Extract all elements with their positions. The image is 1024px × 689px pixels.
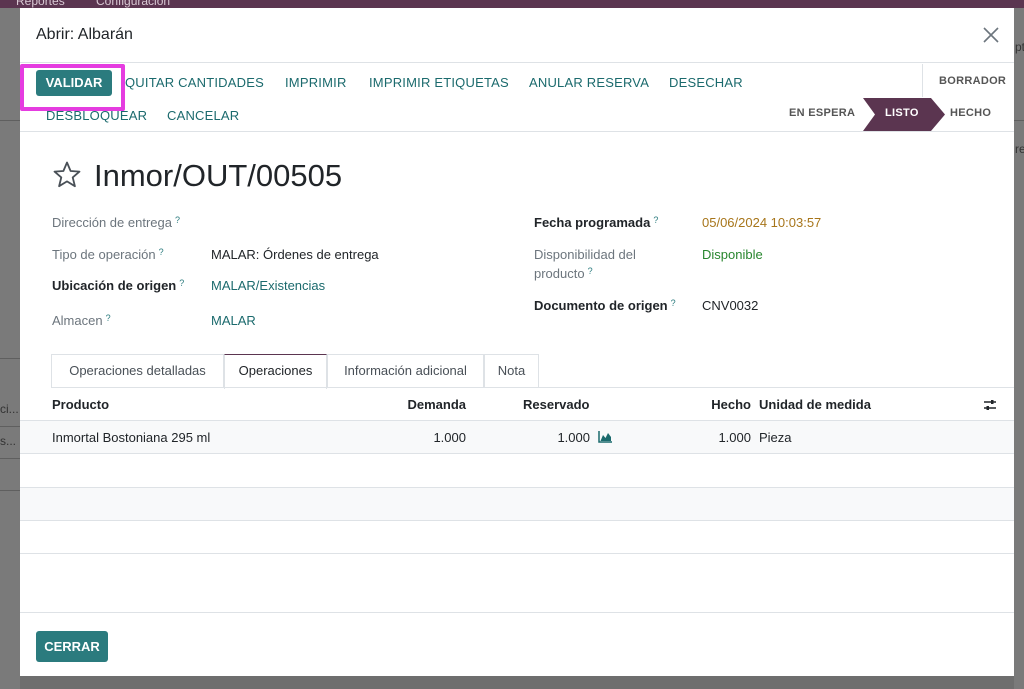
tab-nota[interactable]: Nota [484,354,539,388]
background-divider [0,358,20,359]
help-icon[interactable]: ? [159,247,164,257]
help-icon[interactable]: ? [106,313,111,323]
column-reservado[interactable]: Reservado [523,397,589,412]
background-right-panel: pt re [1014,8,1024,689]
direccion-entrega-label: Dirección de entrega? [52,215,180,230]
background-text-fragment: pt [1015,40,1024,54]
ubicacion-origen-label: Ubicación de origen? [52,278,184,293]
background-left-panel: ci... s... [0,8,20,689]
documento-origen-label: Documento de origen? [534,298,676,313]
column-settings-icon[interactable] [982,397,998,413]
forecast-chart-icon[interactable] [598,431,612,443]
almacen-label-text: Almacen [52,313,103,328]
stage-borrador[interactable]: BORRADOR [939,75,1006,87]
row-demanda: 1.000 [433,430,466,445]
tab-operaciones-detalladas[interactable]: Operaciones detalladas [51,354,224,388]
stage-en-espera[interactable]: EN ESPERA [789,107,855,119]
documento-origen-label-text: Documento de origen [534,298,668,313]
imprimir-etiquetas-button[interactable]: IMPRIMIR ETIQUETAS [369,75,509,90]
quitar-cantidades-button[interactable]: QUITAR CANTIDADES [125,75,264,90]
disponibilidad-label-2: producto? [534,266,593,281]
background-divider [0,490,20,491]
imprimir-button[interactable]: IMPRIMIR [285,75,347,90]
albaran-dialog: Abrir: Albarán VALIDAR QUITAR CANTIDADES… [20,8,1014,676]
almacen-label: Almacen? [52,313,111,328]
ubicacion-origen-label-text: Ubicación de origen [52,278,177,293]
documento-origen-value[interactable]: CNV0032 [702,298,758,313]
record-title: Inmor/OUT/00505 [94,158,343,193]
help-icon[interactable]: ? [175,215,180,225]
ubicacion-origen-link[interactable]: MALAR/Existencias [211,278,325,293]
background-divider [0,120,20,121]
column-hecho[interactable]: Hecho [650,397,751,412]
background-top-menu: Reportes Configuración [0,0,1024,8]
dialog-footer: CERRAR [20,612,1014,676]
stage-borrador-area: BORRADOR [922,64,1014,97]
background-divider [0,426,20,427]
background-menu-reportes: Reportes [16,0,65,8]
dialog-header: Abrir: Albarán [20,8,1014,63]
column-producto[interactable]: Producto [52,397,109,412]
column-demanda[interactable]: Demanda [365,397,466,412]
stage-pipeline: EN ESPERA LISTO HECHO [774,98,1014,132]
help-icon[interactable]: ? [653,215,658,225]
stage-hecho[interactable]: HECHO [950,107,991,119]
tab-operaciones[interactable]: Operaciones [224,354,327,389]
empty-table-row [20,488,1014,521]
stage-listo[interactable]: LISTO [863,98,945,131]
table-row[interactable]: Inmortal Bostoniana 295 ml 1.000 1.000 1… [20,421,1014,454]
help-icon[interactable]: ? [671,298,676,308]
favorite-star-icon[interactable] [52,160,82,190]
fecha-programada-label: Fecha programada? [534,215,658,230]
row-hecho: 1.000 [718,430,751,445]
table-header: Producto Demanda Reservado Hecho Unidad … [20,388,1014,421]
validar-button[interactable]: VALIDAR [36,70,112,96]
direccion-entrega-label-text: Dirección de entrega [52,215,172,230]
fecha-programada-label-text: Fecha programada [534,215,651,230]
tipo-operacion-label-text: Tipo de operación [52,247,156,262]
cerrar-button[interactable]: CERRAR [36,631,108,662]
column-unidad-medida[interactable]: Unidad de medida [759,397,871,412]
almacen-link[interactable]: MALAR [211,313,256,328]
desbloquear-button[interactable]: DESBLOQUEAR [46,108,147,123]
disponibilidad-label-line2: producto [534,266,585,281]
close-icon[interactable] [980,24,1002,46]
tab-informacion-adicional[interactable]: Información adicional [327,354,484,388]
background-text-fragment: re [1015,142,1024,156]
dialog-title: Abrir: Albarán [36,26,133,43]
help-icon[interactable]: ? [179,278,184,288]
background-text-fragment: ci... [0,402,19,416]
tipo-operacion-label: Tipo de operación? [52,247,164,262]
background-menu-configuracion: Configuración [96,0,171,8]
background-divider [1014,120,1024,121]
row-unidad: Pieza [759,430,792,445]
row-producto: Inmortal Bostoniana 295 ml [52,430,211,445]
stage-listo-label: LISTO [885,107,919,119]
empty-table-row [20,521,1014,554]
fecha-programada-value[interactable]: 05/06/2024 10:03:57 [702,215,821,230]
status-bar: VALIDAR QUITAR CANTIDADES IMPRIMIR IMPRI… [20,64,1014,132]
help-icon[interactable]: ? [588,266,593,276]
row-reservado: 1.000 [557,430,590,445]
empty-table-row [20,455,1014,488]
desechar-button[interactable]: DESECHAR [669,75,743,90]
tipo-operacion-value[interactable]: MALAR: Órdenes de entrega [211,247,379,262]
disponibilidad-label-line1: Disponibilidad del [534,247,636,262]
cancelar-button[interactable]: CANCELAR [167,108,239,123]
background-divider [0,458,20,459]
disponibilidad-label: Disponibilidad del [534,247,636,262]
disponibilidad-value: Disponible [702,247,763,262]
background-text-fragment: s... [0,434,17,448]
anular-reserva-button[interactable]: ANULAR RESERVA [529,75,649,90]
